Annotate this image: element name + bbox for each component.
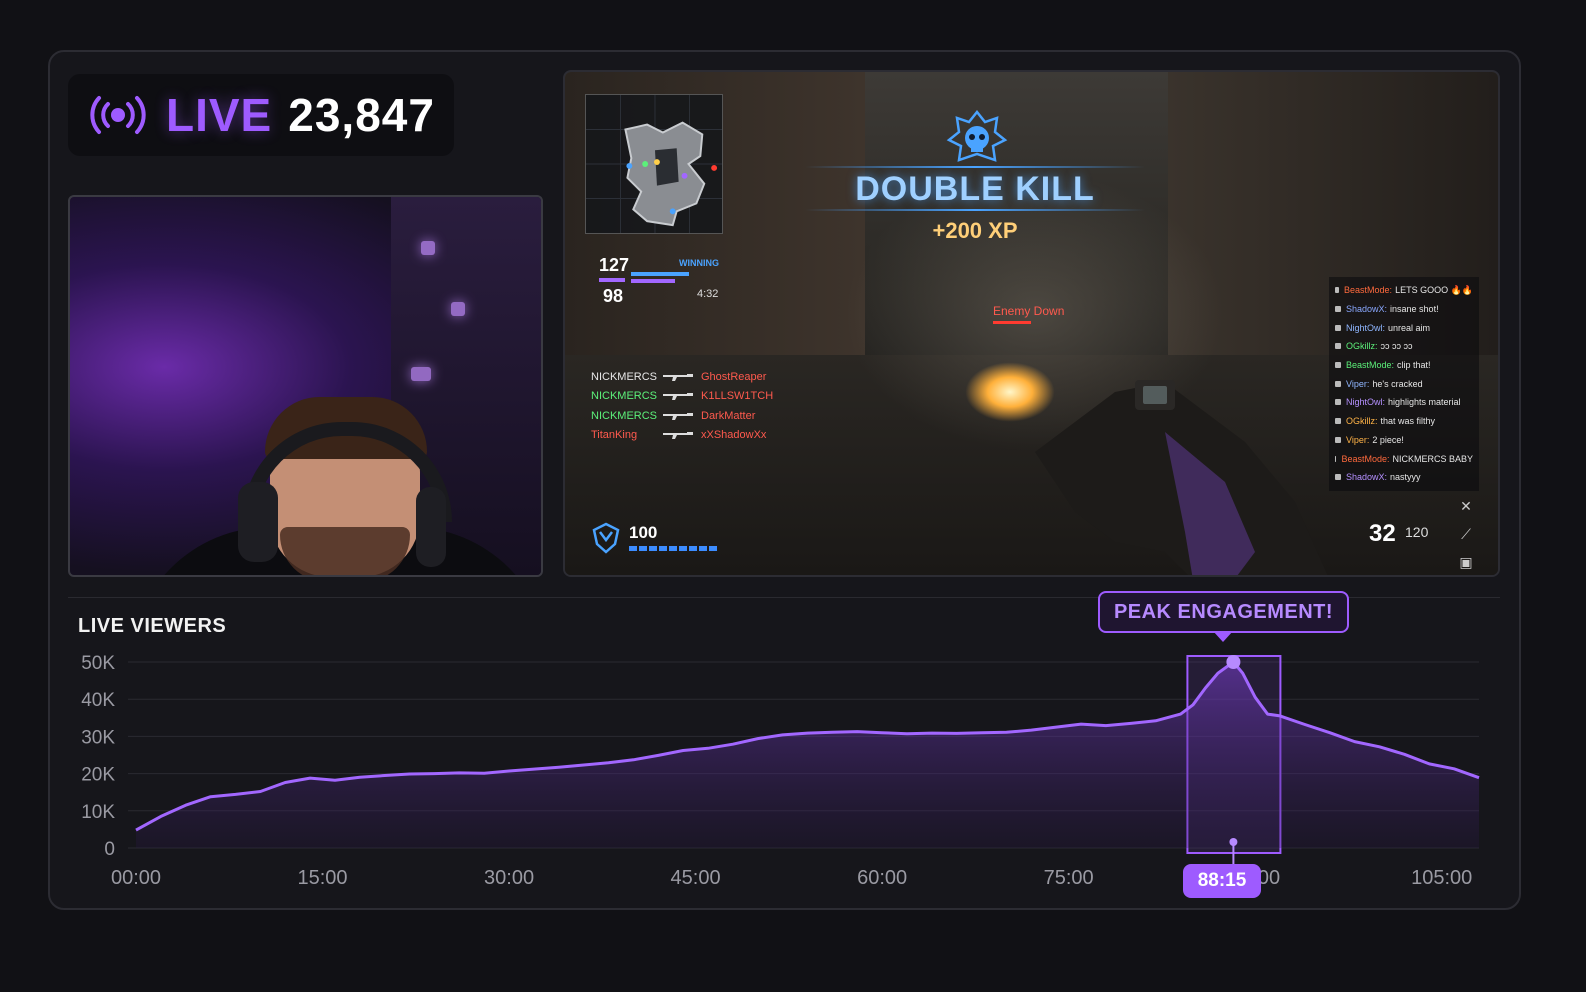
- peak-point: [1226, 655, 1241, 669]
- peak-base-point: [1229, 838, 1238, 846]
- x-tick-label: 15:00: [297, 867, 347, 889]
- x-tick-label: 00:00: [111, 867, 161, 889]
- y-tick-label: 10K: [81, 802, 115, 823]
- y-tick-label: 30K: [81, 727, 115, 748]
- y-tick-label: 40K: [81, 690, 115, 711]
- peak-time-badge[interactable]: 88:15: [1183, 864, 1261, 898]
- peak-engagement-callout: PEAK ENGAGEMENT!: [1098, 591, 1349, 633]
- y-tick-label: 0: [104, 839, 115, 860]
- x-tick-label: 75:00: [1044, 867, 1094, 889]
- x-tick-label: 45:00: [671, 867, 721, 889]
- viewers-chart: 0 10K 20K 30K 40K 50K 00:00 15:00 30:00 45:00 60:…: [81, 653, 1480, 889]
- x-tick-label: 30:00: [484, 867, 534, 889]
- x-tick-label: 105:00: [1411, 867, 1472, 889]
- y-tick-label: 50K: [81, 653, 115, 674]
- callout-arrow: [1213, 631, 1233, 642]
- x-tick-label: 60:00: [857, 867, 907, 889]
- y-tick-label: 20K: [81, 765, 115, 786]
